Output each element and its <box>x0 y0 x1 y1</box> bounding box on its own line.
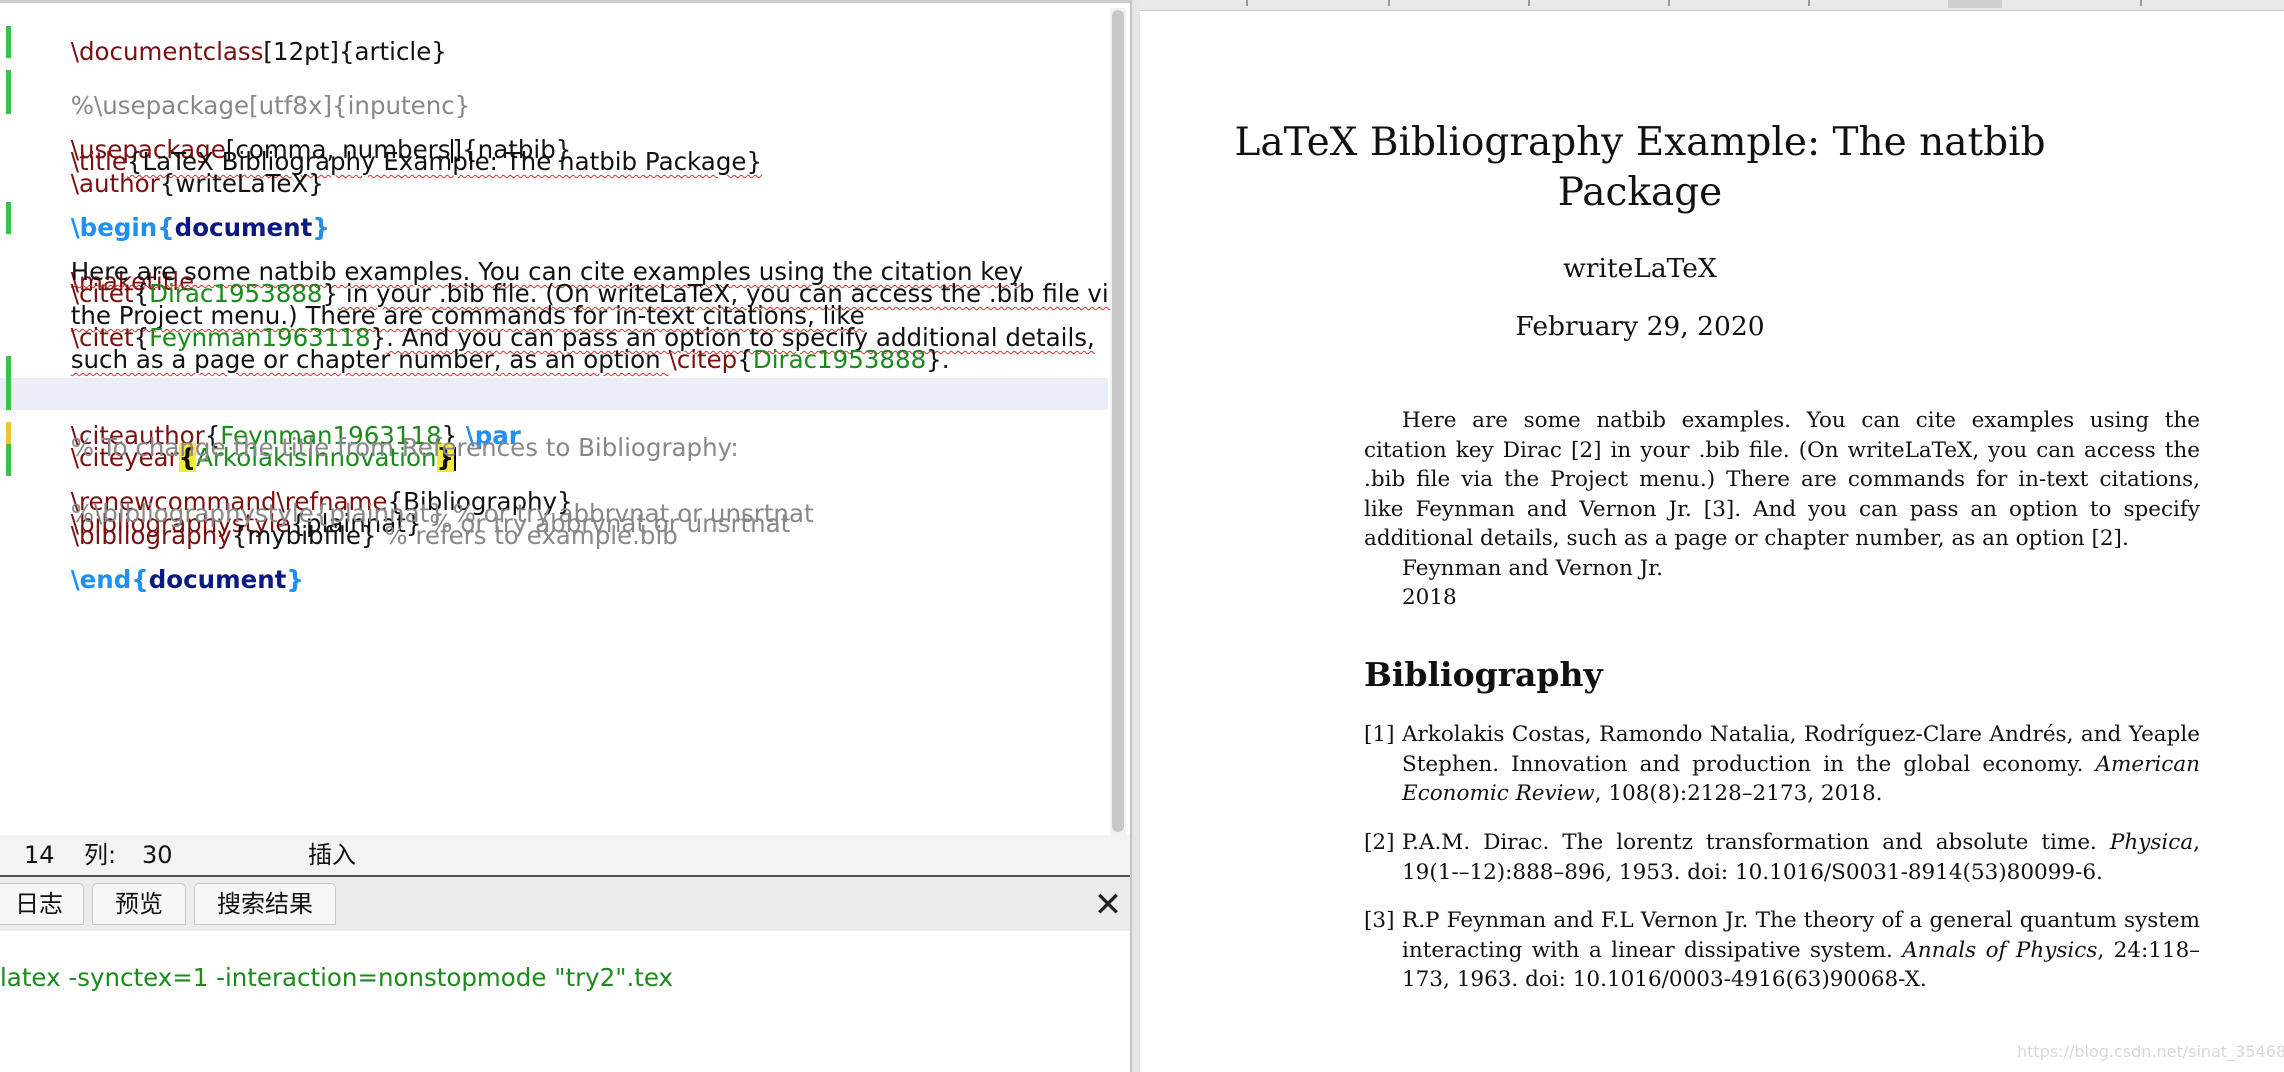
latex-end: \end <box>70 565 132 594</box>
tab-preview[interactable]: 预览 <box>92 883 186 925</box>
document-author: writeLaTeX <box>1563 253 1717 284</box>
tab-preview-label: 预览 <box>115 890 163 918</box>
status-bar: 14 列: 30 插入 <box>0 835 1130 875</box>
code-line-7[interactable]: \author{writeLaTeX} <box>0 136 324 198</box>
log-output[interactable]: latex -synctex=1 -interaction=nonstopmod… <box>0 931 1132 1072</box>
tab-log-label: 日志 <box>15 890 63 918</box>
document-title-line: LaTeX Bibliography Example: The natbib <box>1234 120 2046 165</box>
column-label: 列: <box>84 841 117 869</box>
code-editor[interactable]: \documentclass[12pt]{article} %\usepacka… <box>0 0 1130 835</box>
code-line-2[interactable]: %\usepackage[utf8x]{inputenc} <box>0 26 470 120</box>
tab-search-results-label: 搜索结果 <box>217 890 313 918</box>
change-marker <box>6 26 11 58</box>
bib-number: [3] <box>1364 908 1395 933</box>
code-line-25[interactable]: \end{document} <box>0 532 304 594</box>
citeauthor-output: Feynman and Vernon Jr. <box>1402 556 1664 581</box>
pdf-preview[interactable]: LaTeX Bibliography Example: The natbib P… <box>1140 0 2284 1072</box>
viewer-ruler <box>1140 0 2284 11</box>
output-panel-header: 日志 预览 搜索结果 ✕ <box>0 875 1132 934</box>
document-paragraph: Here are some natbib examples. You can c… <box>1364 408 2200 551</box>
tab-search-results[interactable]: 搜索结果 <box>194 883 336 925</box>
bib-journal: Physica <box>2109 830 2194 855</box>
bib-number: [1] <box>1364 722 1395 747</box>
environment-name: document <box>148 565 287 594</box>
bib-number: [2] <box>1364 830 1395 855</box>
bib-journal: Annals of Physics <box>1902 937 2098 963</box>
bib-text: , 108(8):2128–2173, 2018. <box>1594 781 1883 806</box>
insert-mode-indicator[interactable]: 插入 <box>308 835 356 875</box>
brace: } <box>286 565 304 594</box>
citation-key: Dirac1953888 <box>752 345 927 374</box>
brace: { <box>737 345 753 374</box>
bibliography-item: [1] Arkolakis Costas, Ramondo Natalia, R… <box>1364 720 2200 809</box>
citeyear-output: 2018 <box>1402 585 1457 610</box>
ruler-tick <box>2140 0 2142 6</box>
bibliography-heading: Bibliography <box>1364 655 1603 694</box>
close-panel-icon[interactable]: ✕ <box>1088 885 1128 925</box>
document-date: February 29, 2020 <box>1515 311 1765 342</box>
ruler-active-segment <box>1948 0 2002 8</box>
editor-top-border <box>0 0 1130 3</box>
latex-command: \citep <box>668 345 738 374</box>
log-command-line: latex -synctex=1 -interaction=nonstopmod… <box>0 963 674 992</box>
ruler-tick <box>1528 0 1530 6</box>
brace: }. <box>926 345 950 374</box>
ruler-tick <box>1388 0 1390 6</box>
bib-text: P.A.M. Dirac. The lorentz transformation… <box>1402 830 2110 855</box>
code-line-4[interactable]: \usepackage[comma, numbers]{natbib} <box>0 70 571 164</box>
bibliography-item: [2] P.A.M. Dirac. The lorentz transforma… <box>1364 828 2200 887</box>
brace: { <box>131 565 149 594</box>
latex-comment: % refers to example.bib <box>376 521 678 550</box>
change-marker <box>6 70 11 114</box>
bib-text: Arkolakis Costas, Ramondo Natalia, Rodrí… <box>1402 722 2200 777</box>
code-line-15[interactable]: such as a page or chapter number, as an … <box>0 312 950 374</box>
document-title-line: Package <box>1557 170 1723 215</box>
document-title: LaTeX Bibliography Example: The natbib P… <box>1140 118 2140 218</box>
column-number-value: 30 <box>142 841 173 869</box>
bibliography-item: [3] R.P Feynman and F.L Vernon Jr. The t… <box>1364 906 2200 995</box>
watermark: https://blog.csdn.net/sinat_35468224 <box>2017 1042 2284 1061</box>
tab-log[interactable]: 日志 <box>0 883 84 925</box>
editor-scrollbar-thumb[interactable] <box>1112 10 1124 832</box>
ruler-tick <box>1668 0 1670 6</box>
ruler-tick <box>1808 0 1810 6</box>
line-number-value: 14 <box>24 841 55 869</box>
ruler-tick <box>1246 0 1248 6</box>
code-line-23[interactable]: \bibliography{mybibfile} % refers to exa… <box>0 488 678 550</box>
